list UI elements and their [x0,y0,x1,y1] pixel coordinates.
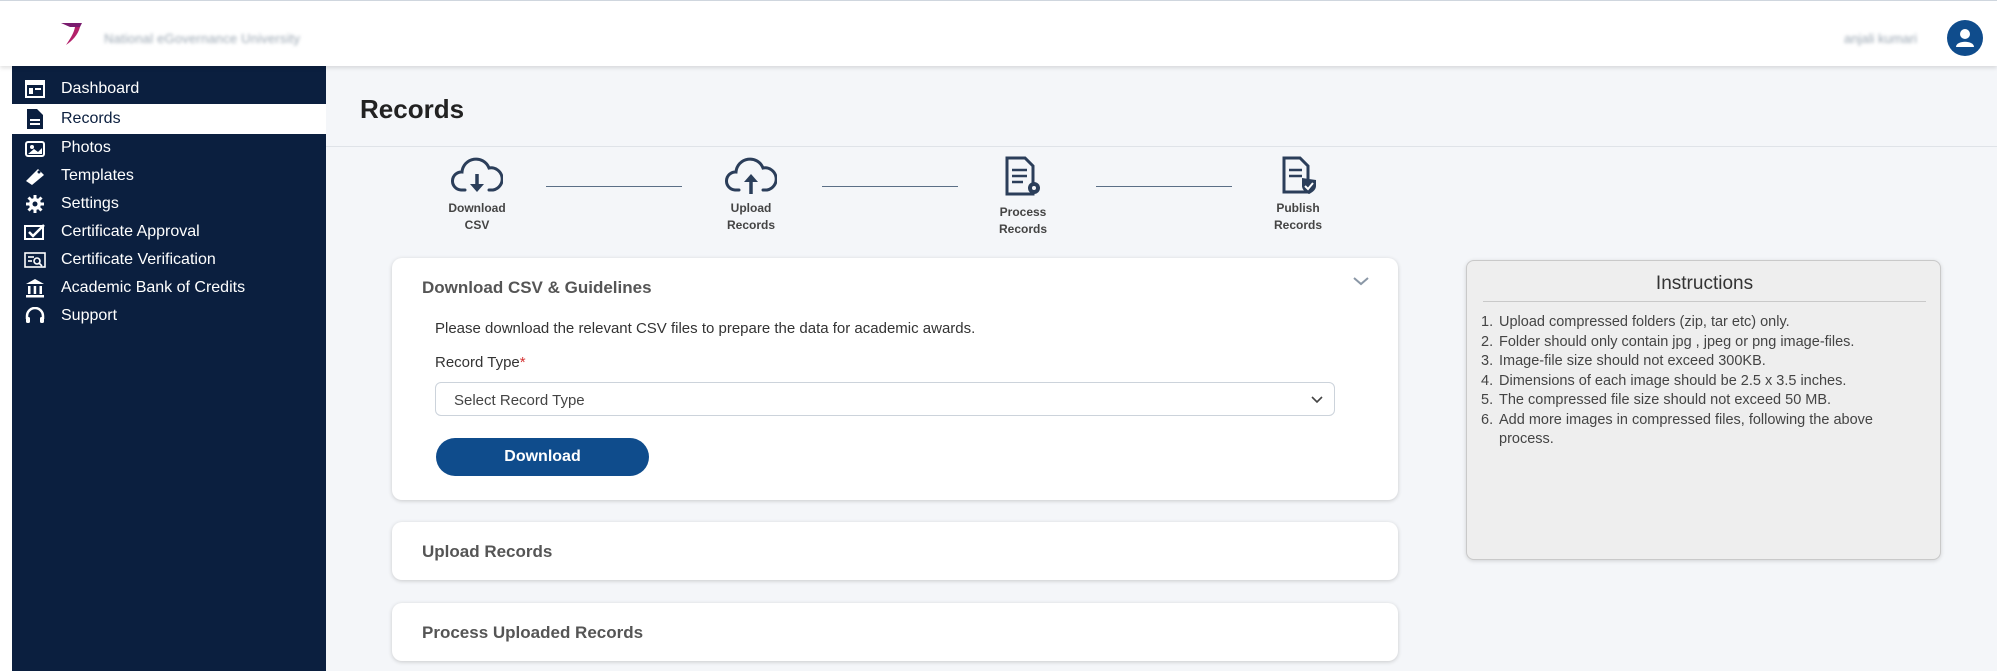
sidebar-item-label: Settings [61,195,119,212]
photos-icon [24,137,46,159]
step-label: Publish [1276,201,1320,215]
brand-logo-icon[interactable] [58,19,86,47]
step-label: Process [999,205,1047,219]
instructions-divider [1483,301,1926,302]
publish-document-icon [1282,156,1316,194]
sidebar-item-records[interactable]: Records [12,104,326,134]
sidebar: Dashboard Records Photos Templates Setti… [12,66,326,671]
sidebar-item-label: Dashboard [61,80,140,97]
sidebar-item-label: Records [61,110,121,127]
sidebar-item-certificate-approval[interactable]: Certificate Approval [12,217,326,247]
list-item: 5. The compressed file size should not ex… [1481,392,1832,408]
step-label: Records [726,218,776,232]
org-name: National eGovernance University [104,31,301,46]
card-description: Please download the relevant CSV files t… [435,320,976,337]
step-process-records[interactable]: Process Records [968,156,1078,238]
bank-icon [24,277,46,299]
download-csv-card: Download CSV & Guidelines Please downloa… [392,258,1398,500]
step-label: Download [448,201,506,215]
select-value: Select Record Type [454,392,585,409]
cloud-download-icon [451,157,503,192]
instructions-title: Instructions [1655,273,1754,294]
step-label: CSV [464,218,490,232]
sidebar-item-label: Certificate Verification [61,251,216,268]
instructions-list: 1. Upload compressed folders (zip, tar et… [1481,313,1931,450]
cloud-upload-icon [725,157,777,194]
step-connector [546,186,682,187]
sidebar-item-label: Certificate Approval [61,223,200,240]
list-item: 6. Add more images in compressed files, f… [1481,411,1873,448]
list-item: 3. Image-file size should not exceed 300K… [1481,353,1766,369]
card-title: Process Uploaded Records [422,623,644,642]
sidebar-item-templates[interactable]: Templates [12,161,326,191]
certificate-verification-icon [24,249,46,271]
step-upload-records[interactable]: Upload Records [696,156,806,234]
sidebar-item-certificate-verification[interactable]: Certificate Verification [12,245,326,275]
page-title: Records [360,94,465,124]
headset-icon [24,305,46,327]
sidebar-item-support[interactable]: Support [12,301,326,331]
sidebar-item-photos[interactable]: Photos [12,133,326,163]
process-uploaded-records-card[interactable]: Process Uploaded Records [392,603,1398,661]
sidebar-item-label: Academic Bank of Credits [61,279,246,296]
sidebar-item-settings[interactable]: Settings [12,189,326,219]
title-divider [326,146,1997,147]
list-item: 2. Folder should only contain jpg , jpeg … [1481,333,1855,350]
step-connector [1096,186,1232,187]
list-item: 4. Dimensions of each image should be 2.5… [1481,372,1847,389]
step-download-csv[interactable]: Download CSV [422,156,532,234]
sidebar-item-label: Photos [61,139,111,156]
sidebar-item-academic-bank-of-credits[interactable]: Academic Bank of Credits [12,273,326,303]
chevron-down-icon [1311,396,1323,404]
sidebar-item-label: Templates [61,167,134,184]
settings-icon [24,193,46,215]
top-header: National eGovernance University anjali k… [0,0,1997,66]
sidebar-item-label: Support [61,307,118,324]
step-label: Records [998,222,1048,236]
download-button[interactable]: Download [436,438,649,476]
step-label: Upload [730,201,772,215]
record-type-select[interactable]: Select Record Type [435,382,1335,416]
dashboard-icon [24,78,46,100]
step-connector [822,186,958,187]
records-icon [24,108,46,130]
user-name[interactable]: anjali kumari [1844,31,1917,46]
record-type-label: Record Type* [435,354,526,371]
chevron-down-icon[interactable] [1352,276,1370,286]
instructions-panel: Instructions 1. Upload compressed folders… [1466,260,1941,560]
step-label: Records [1273,218,1323,232]
required-asterisk: * [519,354,526,371]
card-title: Download CSV & Guidelines [422,278,652,297]
upload-records-card[interactable]: Upload Records [392,522,1398,580]
process-document-icon [1005,156,1040,196]
step-publish-records[interactable]: Publish Records [1243,156,1353,234]
templates-icon [24,165,46,187]
user-avatar-icon[interactable] [1947,20,1983,56]
sidebar-item-dashboard[interactable]: Dashboard [12,74,326,104]
card-title: Upload Records [422,542,553,561]
list-item: 1. Upload compressed folders (zip, tar et… [1481,314,1790,330]
certificate-approval-icon [24,221,46,243]
